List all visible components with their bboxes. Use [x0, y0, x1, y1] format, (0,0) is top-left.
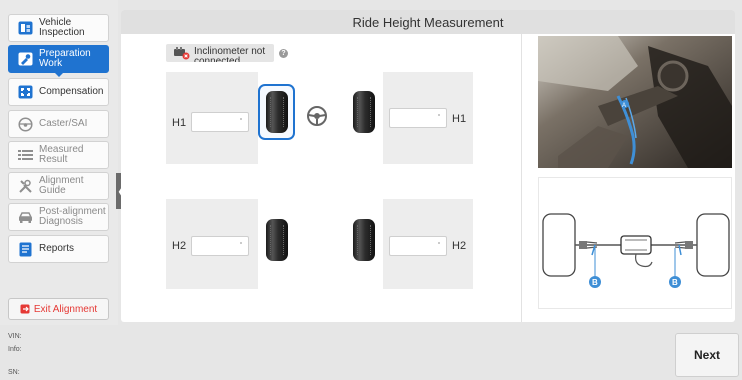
sn-label: SN: — [8, 369, 20, 376]
vehicle-info: VIN: Info: SN: — [8, 330, 22, 379]
exit-alignment-label: Exit Alignment — [33, 303, 98, 315]
sidebar-item-label: Alignment Guide — [39, 175, 84, 196]
diagram-marker-b-left: B — [592, 278, 598, 287]
help-icon[interactable]: ? — [279, 49, 288, 58]
info-label: Info: — [8, 346, 22, 353]
axle-diagram: B B — [538, 177, 732, 309]
sidebar-item-post-alignment-diagnosis[interactable]: Post-alignment Diagnosis — [8, 203, 109, 231]
next-button[interactable]: Next — [675, 333, 739, 377]
suspension-photo: A — [538, 36, 732, 168]
front-left-h-label: H1 — [172, 117, 187, 129]
report-icon — [18, 242, 33, 257]
list-icon — [18, 148, 33, 163]
front-right-height-input[interactable] — [389, 108, 447, 128]
sidebar-item-label: Measured Result — [39, 144, 84, 165]
vin-label: VIN: — [8, 333, 22, 340]
title-bar: Ride Height Measurement — [121, 10, 735, 34]
car-icon — [18, 210, 33, 225]
sidebar-item-label: Vehicle Inspection — [39, 17, 85, 38]
inclinometer-status: Inclinometer not connected — [166, 44, 274, 62]
rear-right-tire[interactable] — [353, 219, 375, 261]
vehicle-inspection-icon — [18, 21, 33, 36]
svg-text:A: A — [622, 103, 626, 109]
sidebar-item-label: Compensation — [39, 86, 104, 97]
steering-wheel-icon — [307, 106, 327, 126]
exit-alignment-button[interactable]: Exit Alignment — [8, 298, 109, 320]
sidebar: Vehicle Inspection Preparation Work Comp… — [0, 0, 118, 325]
sidebar-item-compensation[interactable]: Compensation — [8, 78, 109, 106]
sidebar-item-preparation-work[interactable]: Preparation Work — [8, 45, 109, 77]
rear-left-tire[interactable] — [266, 219, 288, 261]
front-left-tire[interactable] — [266, 91, 288, 133]
page-title: Ride Height Measurement — [352, 14, 504, 30]
sidebar-item-reports[interactable]: Reports — [8, 235, 109, 263]
preparation-wrench-icon — [18, 52, 33, 67]
main-panel: Ride Height Measurement Inclinometer not… — [121, 10, 735, 322]
sidebar-item-label: Preparation Work — [39, 48, 91, 69]
sidebar-item-vehicle-inspection[interactable]: Vehicle Inspection — [8, 14, 109, 42]
front-left-height-input[interactable] — [191, 112, 249, 132]
rear-left-h-label: H2 — [172, 240, 187, 252]
front-right-tire[interactable] — [353, 91, 375, 133]
diagram-marker-b-right: B — [672, 278, 678, 287]
compensation-icon — [18, 85, 33, 100]
exit-icon — [20, 304, 30, 314]
front-right-h-label: H1 — [452, 113, 467, 125]
next-label: Next — [693, 348, 720, 362]
divider — [521, 34, 522, 322]
sidebar-item-measured-result[interactable]: Measured Result — [8, 141, 109, 169]
tools-icon — [18, 179, 33, 194]
sidebar-item-label: Reports — [39, 243, 75, 254]
rear-left-height-input[interactable] — [191, 236, 249, 256]
steering-wheel-icon — [18, 116, 33, 132]
inclinometer-text: Inclinometer not connected — [194, 46, 266, 63]
sidebar-item-label: Caster/SAI — [39, 118, 88, 129]
rear-right-height-input[interactable] — [389, 236, 447, 256]
rear-right-h-label: H2 — [452, 240, 467, 252]
sidebar-item-label: Post-alignment Diagnosis — [39, 206, 106, 227]
sidebar-item-caster-sai[interactable]: Caster/SAI — [8, 110, 109, 138]
sidebar-item-alignment-guide[interactable]: Alignment Guide — [8, 172, 109, 200]
inclinometer-icon — [174, 47, 190, 60]
